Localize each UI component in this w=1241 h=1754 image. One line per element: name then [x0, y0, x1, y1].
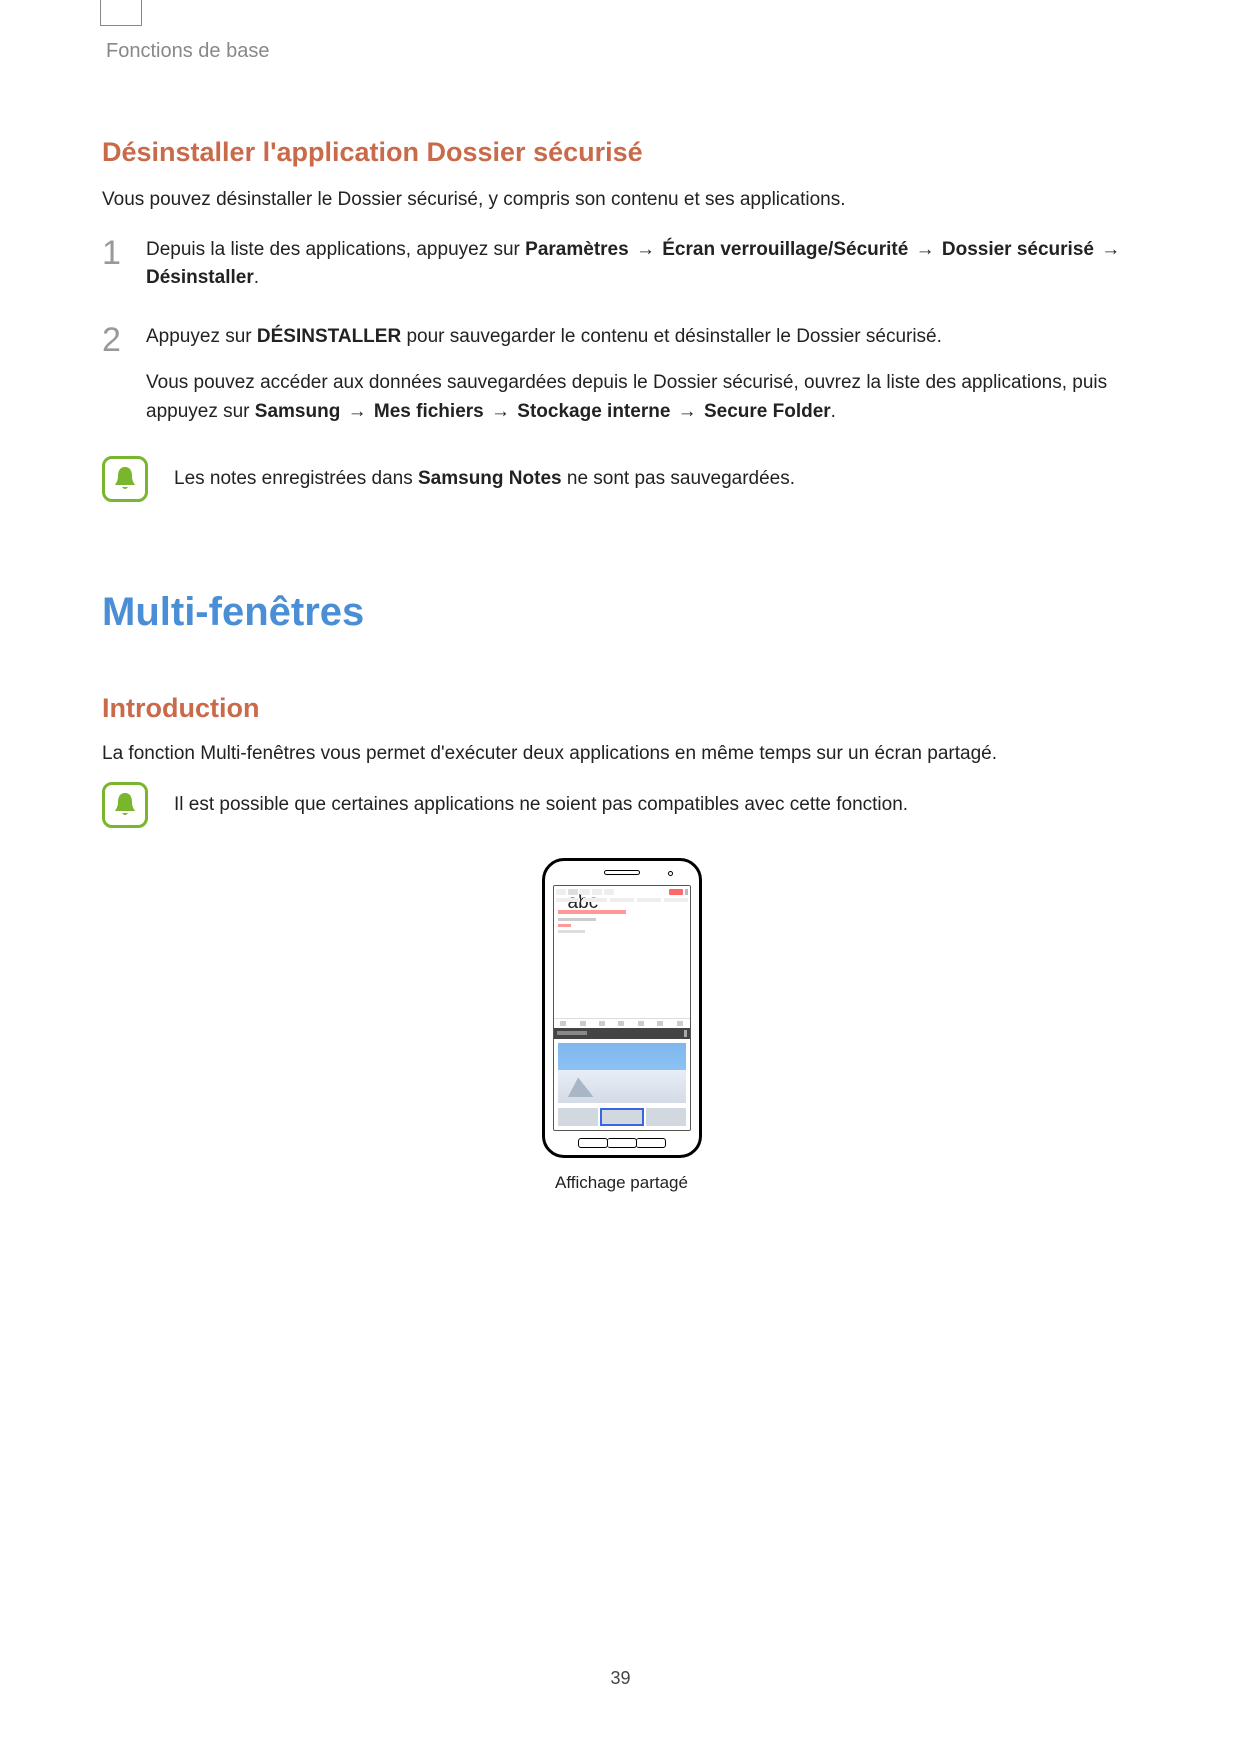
intro-text-multiwindow: La fonction Multi-fenêtres vous permet d… — [102, 739, 1141, 768]
figure-splitscreen: abc Affichage pa — [102, 858, 1141, 1196]
step-1: Depuis la liste des applications, appuye… — [102, 236, 1141, 293]
header-crop-marker — [100, 0, 142, 26]
note-text-1: Les notes enregistrées dans Samsung Note… — [174, 465, 795, 494]
bell-icon — [102, 782, 148, 828]
chapter-heading-multiwindow: Multi-fenêtres — [102, 582, 1141, 642]
phone-illustration: abc — [542, 858, 702, 1158]
note-row-2: Il est possible que certaines applicatio… — [102, 782, 1141, 828]
step-2-extra: Vous pouvez accéder aux données sauvegar… — [146, 369, 1141, 426]
note-row-1: Les notes enregistrées dans Samsung Note… — [102, 456, 1141, 502]
page-number: 39 — [610, 1665, 630, 1692]
steps-list: Depuis la liste des applications, appuye… — [102, 236, 1141, 427]
figure-caption: Affichage partagé — [102, 1170, 1141, 1196]
running-header: Fonctions de base — [106, 36, 1141, 66]
step-1-text: Depuis la liste des applications, appuye… — [146, 239, 1122, 289]
section-intro-uninstall: Vous pouvez désinstaller le Dossier sécu… — [102, 185, 1141, 214]
section-heading-uninstall: Désinstaller l'application Dossier sécur… — [102, 132, 1141, 173]
bell-icon — [102, 456, 148, 502]
step-2: Appuyez sur DÉSINSTALLER pour sauvegarde… — [102, 323, 1141, 427]
step-2-text: Appuyez sur DÉSINSTALLER pour sauvegarde… — [146, 326, 942, 347]
sub-heading-introduction: Introduction — [102, 688, 1141, 729]
note-text-2: Il est possible que certaines applicatio… — [174, 791, 908, 820]
